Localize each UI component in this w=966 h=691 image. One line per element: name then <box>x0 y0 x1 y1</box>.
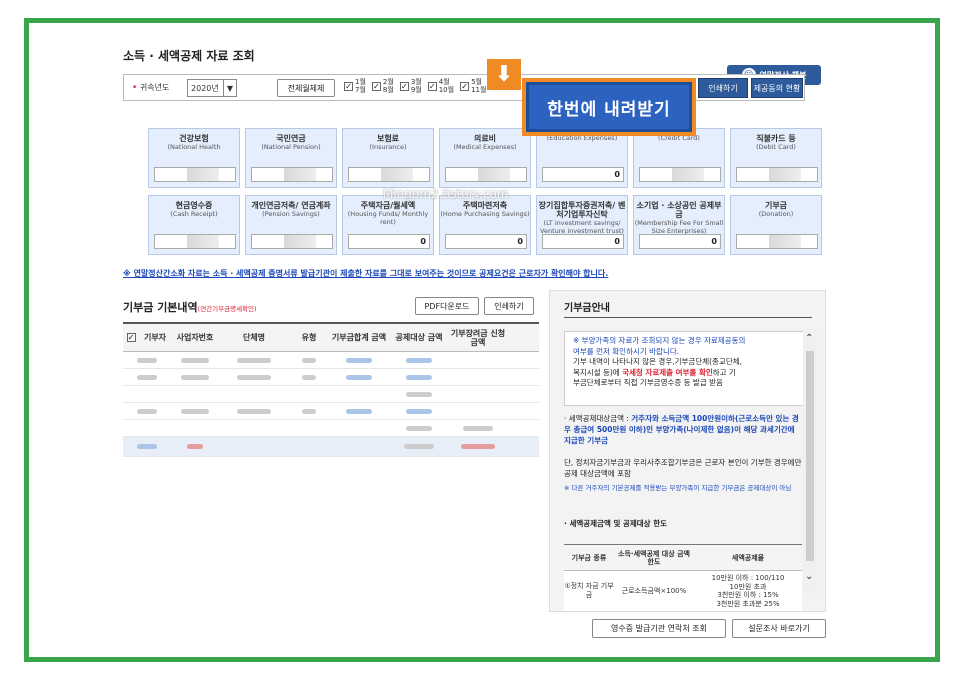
card-housing-funds[interactable]: 주택자금/월세액 (Housing Funds/ Monthly rent) 0 <box>342 195 434 255</box>
limit-table: 기부금 종류 소득·세액공제 대상 금액 한도 세액공제율 ①정치 자금 기부금… <box>564 544 802 611</box>
card-home-savings[interactable]: 주택마련저축 (Home Purchasing Savings) 0 <box>439 195 531 255</box>
card-donation[interactable]: 기부금 (Donation) <box>730 195 822 255</box>
card-value <box>251 167 333 182</box>
month-pair-3[interactable]: ✓ 3월 9월 <box>399 78 422 94</box>
card-medical[interactable]: 의료비 (Medical Expenses) <box>439 128 531 188</box>
card-credit-card[interactable]: (Credit Card) <box>633 128 725 188</box>
month-pair-1[interactable]: ✓ 1월 7월 <box>344 78 366 94</box>
table-row[interactable] <box>123 369 539 386</box>
card-value: 0 <box>639 234 721 249</box>
chevron-down-icon: ▼ <box>223 80 236 96</box>
table-row[interactable] <box>123 386 539 403</box>
survey-button[interactable]: 설문조사 바로가기 <box>732 619 826 638</box>
consent-status-button[interactable]: 제공동의 현황 <box>751 78 803 98</box>
notice-link[interactable]: ※ 연말정산간소화 자료는 소득 · 세액공제 증명서류 발급기관이 제출한 자… <box>123 268 608 279</box>
card-value: 0 <box>542 234 624 249</box>
year-select[interactable]: 2020년 ▼ <box>187 79 237 97</box>
pdf-download-button[interactable]: PDF다운로드 <box>415 297 479 315</box>
divider <box>564 317 812 318</box>
year-label: • 귀속년도 <box>132 83 170 93</box>
limit-title: · 세액공제금액 및 공제대상 한도 <box>564 519 667 528</box>
download-arrow-icon: ⬇ <box>487 59 521 90</box>
card-value <box>445 167 527 182</box>
guide-paragraph-1: · 세액공제대상금액 : 거주자와 소득금액 100만원이하(근로소득만 있는 … <box>564 414 799 445</box>
donation-print-button[interactable]: 인쇄하기 <box>484 297 534 315</box>
table-total-row <box>123 437 539 457</box>
checkbox-icon[interactable]: ✓ <box>460 81 470 91</box>
card-health-insurance[interactable]: 건강보험 (National Health <box>148 128 240 188</box>
card-value <box>154 167 236 182</box>
card-value: 0 <box>542 167 624 182</box>
card-pension-savings[interactable]: 개인연금저축/ 연금계좌 (Pension Savings) <box>245 195 337 255</box>
download-all-button[interactable]: 한번에 내려받기 <box>526 82 692 132</box>
table-header: ✓ 기부자 사업자번호 단체명 유형 기부금합계 금액 공제대상 금액 기부장려… <box>123 324 539 352</box>
month-checkboxes: ✓ 1월 7월 ✓ 2월 8월 ✓ 3월 9월 ✓ 4월 10월 ✓ 5월 11월 <box>344 78 486 94</box>
checkbox-icon[interactable]: ✓ <box>344 81 353 91</box>
guide-scroll-thumb[interactable] <box>806 351 814 561</box>
guide-notice-box: ※ 부양가족의 자료가 조회되지 않는 경우 자료제공동의 여부를 먼저 확인하… <box>564 331 804 406</box>
card-value: 0 <box>348 234 430 249</box>
receipt-issuer-button[interactable]: 영수증 발급기관 연락처 조회 <box>592 619 726 638</box>
card-value <box>736 234 818 249</box>
card-value <box>736 167 818 182</box>
page-title: 소득 · 세액공제 자료 조회 <box>123 49 255 63</box>
month-pair-5[interactable]: ✓ 5월 11월 <box>460 78 486 94</box>
donation-guide-panel: 기부금안내 ※ 부양가족의 자료가 조회되지 않는 경우 자료제공동의 여부를 … <box>549 290 826 612</box>
checkbox-icon[interactable]: ✓ <box>427 81 437 91</box>
card-value <box>251 234 333 249</box>
donation-table: ✓ 기부자 사업자번호 단체명 유형 기부금합계 금액 공제대상 금액 기부장려… <box>123 322 539 457</box>
print-all-button[interactable]: 인쇄하기 <box>698 78 748 98</box>
card-value <box>348 167 430 182</box>
card-education[interactable]: (Education Expenses) 0 <box>536 128 628 188</box>
card-cash-receipt[interactable]: 현금영수증 (Cash Receipt) <box>148 195 240 255</box>
card-insurance[interactable]: 보험료 (Insurance) <box>342 128 434 188</box>
card-small-enterprise[interactable]: 소기업 · 소상공인 공제부금 (Membership Fee For Small… <box>633 195 725 255</box>
card-value <box>154 234 236 249</box>
checkbox-icon[interactable]: ✓ <box>126 333 136 342</box>
filter-bar: • 귀속년도 2020년 ▼ 전체월체제 ✓ 1월 7월 ✓ 2월 8월 ✓ 3월 9월 ✓… <box>123 74 805 101</box>
watermark: Mingom2.tistory.com <box>383 187 509 201</box>
table-row[interactable] <box>123 352 539 369</box>
card-debit-card[interactable]: 직불카드 등 (Debit Card) <box>730 128 822 188</box>
card-value: 0 <box>445 234 527 249</box>
card-lt-investment[interactable]: 장기집합투자증권저축/ 벤처기업투자신탁 (LT investment savin… <box>536 195 628 255</box>
guide-note: ※ 다른 거주자의 기본공제를 적용받는 부양가족이 지급한 기부금은 공제대상… <box>564 484 792 492</box>
chevron-down-icon[interactable]: ⌄ <box>805 571 813 582</box>
guide-title: 기부금안내 <box>564 303 610 314</box>
month-pair-4[interactable]: ✓ 4월 10월 <box>427 78 454 94</box>
table-row[interactable] <box>123 420 539 437</box>
table-row[interactable] <box>123 403 539 420</box>
select-all-months-button[interactable]: 전체월체제 <box>277 79 335 97</box>
month-pair-2[interactable]: ✓ 2월 8월 <box>371 78 394 94</box>
card-national-pension[interactable]: 국민연금 (National Pension) <box>245 128 337 188</box>
chevron-up-icon[interactable]: ⌃ <box>805 333 813 344</box>
donation-section-title: 기부금 기본내역(연간기부금명세확인) <box>123 301 257 314</box>
checkbox-icon[interactable]: ✓ <box>399 81 409 91</box>
checkbox-icon[interactable]: ✓ <box>371 81 381 91</box>
guide-paragraph-2: 단, 정치자금기부금과 우리사주조합기부금은 근로자 본인이 기부한 경우에만 … <box>564 458 802 478</box>
card-value <box>639 167 721 182</box>
